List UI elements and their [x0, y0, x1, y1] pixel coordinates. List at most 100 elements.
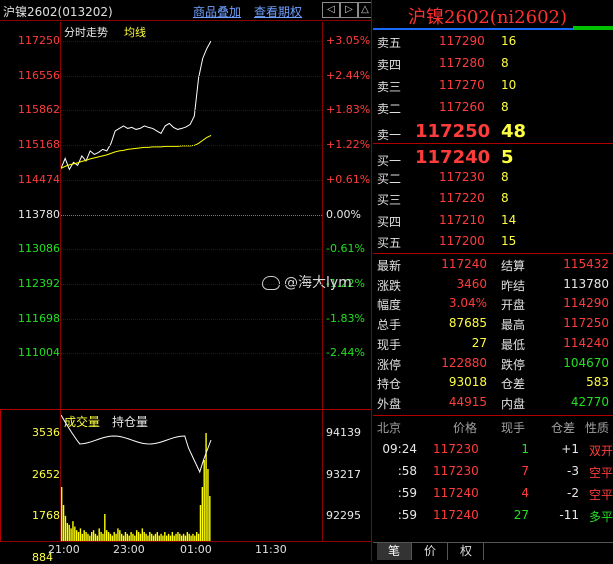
view-options-link[interactable]: 查看期权 — [254, 3, 302, 20]
volume-bar — [107, 532, 110, 541]
bid-label: 买二 — [377, 171, 402, 186]
tick-time: :58 — [397, 464, 417, 478]
bid-price: 117210 — [439, 212, 485, 227]
bid-label: 买三 — [377, 193, 402, 207]
ask-price: 117250 — [415, 121, 491, 142]
volume-bar — [111, 535, 114, 541]
volume-bar — [205, 433, 207, 541]
nav-left-icon[interactable]: ◁ — [322, 2, 340, 18]
volume-bar — [175, 533, 177, 541]
tab-2[interactable]: 权 — [449, 543, 484, 560]
volume-bar — [113, 532, 115, 541]
tab-0[interactable]: 笔 — [377, 543, 412, 560]
price-tick: 115862 — [18, 103, 60, 117]
pct-tick: +1.22% — [326, 138, 371, 152]
bid-price: 117240 — [415, 147, 491, 168]
volume-bar — [190, 535, 192, 541]
volume-bar — [199, 505, 202, 541]
tick-nature: 多平 — [588, 510, 613, 524]
bid-qty: 14 — [501, 212, 517, 227]
volume-bar — [124, 532, 127, 541]
price-tick: 113086 — [18, 242, 60, 256]
price-tick: 113780 — [18, 207, 60, 221]
ask-price: 117280 — [439, 56, 485, 70]
stat-label: 涨跌 — [377, 278, 402, 293]
stat-value: 44915 — [448, 394, 487, 409]
price-tick: 111004 — [18, 346, 60, 360]
time-tick: 23:00 — [113, 543, 145, 556]
volume-bar — [203, 460, 205, 541]
tick-price: 117230 — [433, 442, 479, 456]
ticks-header-cell: 北京 — [377, 421, 402, 435]
pct-tick: -2.44% — [326, 346, 365, 360]
nav-up-icon[interactable]: △ — [358, 2, 372, 18]
stat-value: 583 — [586, 375, 609, 390]
ask-qty: 10 — [501, 78, 517, 92]
volume-bar — [61, 487, 63, 541]
volume-bar — [147, 535, 149, 541]
ask-qty: 16 — [501, 34, 517, 48]
tick-qty: 7 — [521, 464, 529, 478]
ticks-header-cell: 价格 — [453, 421, 478, 435]
stat-label: 内盘 — [501, 396, 526, 411]
volume-bar — [201, 487, 204, 541]
overlay-commodity-link[interactable]: 商品叠加 — [193, 3, 241, 20]
tick-oi-change: -2 — [567, 486, 579, 500]
tick-oi-change: -3 — [567, 464, 579, 478]
tick-nature: 双开 — [588, 444, 613, 458]
gridline — [61, 318, 322, 320]
ask-qty: 8 — [501, 56, 509, 70]
volume-bar — [87, 533, 89, 541]
stat-label: 最低 — [501, 337, 526, 352]
volume-bar — [119, 530, 121, 541]
tick-oi-change: -11 — [559, 508, 579, 522]
volume-bar — [89, 535, 91, 541]
volume-bar — [143, 532, 145, 541]
volume-bar — [194, 535, 196, 541]
stat-value: 122880 — [441, 355, 487, 370]
volume-bar — [188, 533, 190, 541]
volume-bar — [160, 533, 162, 541]
nav-right-icon[interactable]: ▷ — [340, 2, 358, 18]
volume-bar — [132, 533, 134, 541]
volume-tick: 1768 — [32, 509, 60, 522]
volume-bar — [77, 532, 80, 541]
volume-bar — [164, 532, 166, 541]
stat-value: 42770 — [570, 394, 609, 409]
volume-bar — [100, 532, 102, 541]
gridline — [61, 179, 322, 181]
instrument-title: 沪镍2602(013202) — [3, 5, 113, 19]
bid-label: 买五 — [377, 236, 402, 250]
volume-bar — [192, 533, 194, 541]
volume-bar — [109, 533, 112, 541]
volume-bar — [152, 535, 155, 541]
tick-qty: 27 — [513, 508, 529, 522]
stat-label: 幅度 — [377, 298, 402, 313]
volume-bar — [154, 533, 157, 541]
volume-bar — [126, 533, 129, 541]
ticks-row: :59 117240 27 -11 多平 — [373, 508, 613, 526]
volume-bar — [68, 524, 70, 541]
tick-price: 117240 — [433, 508, 479, 522]
price-tick: 114474 — [18, 172, 60, 186]
volume-bar — [70, 528, 72, 541]
volume-bar — [128, 535, 130, 541]
ticks-divider — [373, 415, 613, 416]
volume-bar — [186, 532, 189, 541]
tab-1[interactable]: 价 — [413, 543, 448, 560]
panel-separator — [371, 0, 372, 561]
pct-tick: 0.00% — [326, 207, 361, 221]
stat-label: 仓差 — [501, 377, 526, 392]
bid-label: 买一 — [377, 154, 402, 168]
volume-bar — [145, 533, 147, 541]
ask-label: 卖一 — [377, 128, 402, 142]
volume-bar — [171, 532, 174, 541]
ask-price: 117260 — [439, 100, 485, 114]
volume-bar — [182, 533, 185, 541]
ticks-header-cell: 仓差 — [551, 421, 576, 435]
volume-bar — [76, 530, 78, 541]
volume-bar — [79, 528, 82, 541]
volume-bar — [209, 496, 211, 541]
gridline — [61, 110, 322, 112]
gridline — [61, 75, 322, 77]
